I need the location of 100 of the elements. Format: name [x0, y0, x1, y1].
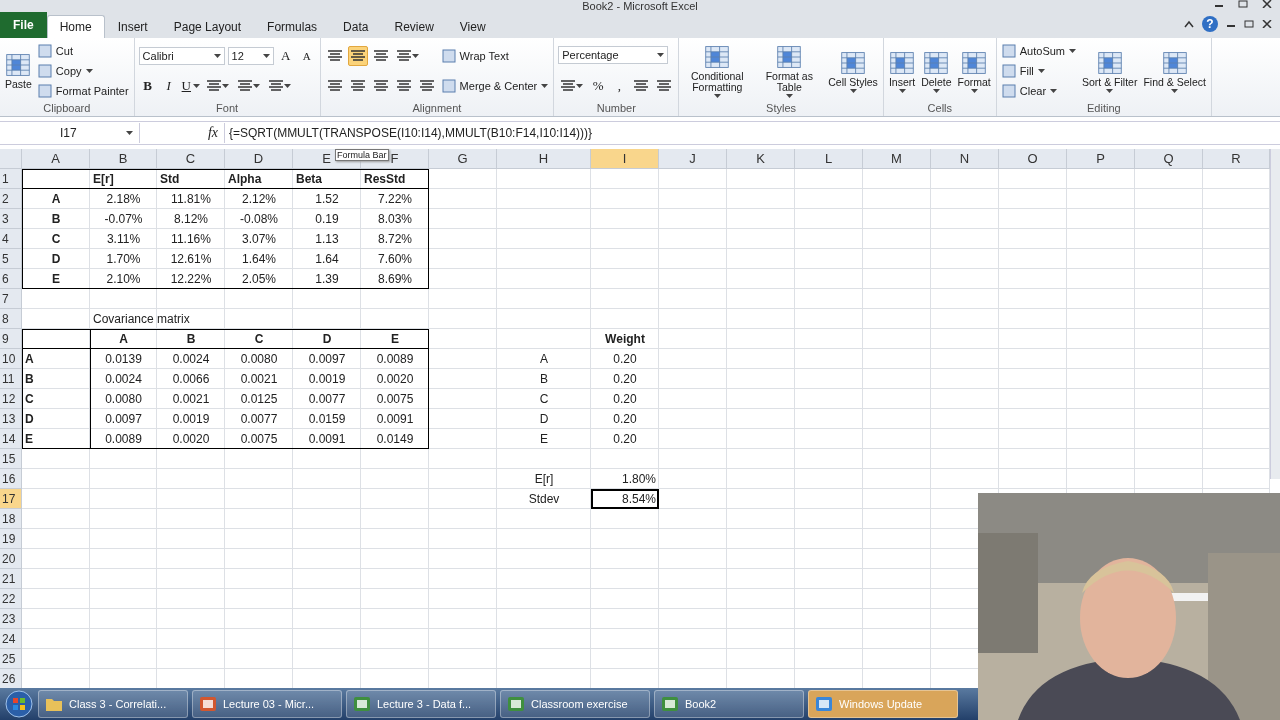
table-cell-text: -0.07%: [103, 211, 144, 228]
name-box[interactable]: I17: [0, 123, 140, 143]
ribbon-tab[interactable]: View: [446, 15, 499, 38]
taskbar-button[interactable]: Lecture 3 - Data f...: [346, 690, 496, 718]
row-header[interactable]: 3: [0, 209, 22, 229]
scrollbar[interactable]: [1270, 149, 1280, 479]
column-header[interactable]: D: [225, 149, 293, 169]
row-header[interactable]: 1: [0, 169, 22, 189]
row-header[interactable]: 12: [0, 389, 22, 409]
toolbar-button[interactable]: [347, 45, 368, 66]
row-header[interactable]: 23: [0, 609, 22, 629]
start-button[interactable]: [4, 689, 34, 719]
italic-button[interactable]: I: [159, 76, 178, 97]
column-header[interactable]: Q: [1135, 149, 1203, 169]
taskbar-button[interactable]: Book2: [654, 690, 804, 718]
column-header[interactable]: I: [591, 149, 659, 169]
column-header[interactable]: K: [727, 149, 795, 169]
column-header[interactable]: A: [22, 149, 90, 169]
column-heading: E[r]: [92, 171, 115, 188]
row-header[interactable]: 16: [0, 469, 22, 489]
column-header[interactable]: J: [659, 149, 727, 169]
row-header[interactable]: 8: [0, 309, 22, 329]
row-header[interactable]: 24: [0, 629, 22, 649]
row-header[interactable]: 5: [0, 249, 22, 269]
column-header[interactable]: P: [1067, 149, 1135, 169]
column-header[interactable]: N: [931, 149, 999, 169]
column-header[interactable]: G: [429, 149, 497, 169]
ribbon-button[interactable]: AutoSum: [1000, 41, 1077, 60]
restore-icon[interactable]: [1244, 20, 1254, 28]
ribbon-button[interactable]: Wrap Text: [440, 46, 550, 65]
row-header[interactable]: 17: [0, 489, 22, 509]
row-header[interactable]: 11: [0, 369, 22, 389]
table-cell-text: 12.61%: [169, 251, 213, 268]
row-header[interactable]: 2: [0, 189, 22, 209]
row-header[interactable]: 15: [0, 449, 22, 469]
restore-icon[interactable]: [1238, 0, 1248, 8]
ribbon-button[interactable]: Insert: [887, 48, 917, 94]
grow-font-button[interactable]: A: [276, 45, 295, 66]
close-icon[interactable]: [1262, 20, 1272, 28]
ribbon-tab[interactable]: Review: [381, 15, 447, 38]
close-icon[interactable]: [1262, 0, 1272, 8]
ribbon-button[interactable]: Clear: [1000, 82, 1077, 101]
dropdown-field[interactable]: 12: [227, 46, 274, 65]
grid-icon: [1161, 49, 1188, 76]
ribbon-button[interactable]: Copy: [36, 62, 130, 80]
taskbar-button[interactable]: Class 3 - Correlati...: [38, 690, 188, 718]
row-header[interactable]: 26: [0, 669, 22, 688]
number-format-button[interactable]: ,: [610, 75, 629, 96]
table-cell-text: 8.72%: [377, 231, 413, 248]
row-heading: A: [50, 191, 62, 208]
ribbon-tab[interactable]: Page Layout: [160, 15, 255, 38]
ribbon-button[interactable]: Format Painter: [36, 82, 130, 101]
ribbon-tab[interactable]: Formulas: [254, 15, 331, 38]
column-header[interactable]: M: [863, 149, 931, 169]
row-header[interactable]: 7: [0, 289, 22, 309]
column-header[interactable]: L: [795, 149, 863, 169]
ribbon-button[interactable]: Merge & Center: [440, 77, 550, 96]
row-header[interactable]: 13: [0, 409, 22, 429]
taskbar-button[interactable]: Lecture 03 - Micr...: [192, 690, 342, 718]
column-header[interactable]: H: [497, 149, 591, 169]
taskbar-button[interactable]: Classroom exercise: [500, 690, 650, 718]
row-header[interactable]: 21: [0, 569, 22, 589]
row-header[interactable]: 25: [0, 649, 22, 669]
ribbon-button[interactable]: Cell Styles: [827, 48, 879, 94]
row-header[interactable]: 6: [0, 269, 22, 289]
row-header[interactable]: 9: [0, 329, 22, 349]
ribbon-tab[interactable]: Data: [330, 15, 382, 38]
row-header[interactable]: 10: [0, 349, 22, 369]
row-header[interactable]: 4: [0, 229, 22, 249]
ribbon-button[interactable]: Fill: [1000, 62, 1077, 80]
chevron-icon[interactable]: [1184, 20, 1194, 28]
row-header[interactable]: 20: [0, 549, 22, 569]
row-header[interactable]: 14: [0, 429, 22, 449]
ribbon-button[interactable]: Format as Table: [755, 43, 824, 99]
ribbon-tab[interactable]: File: [0, 12, 47, 38]
ribbon-tab[interactable]: Insert: [104, 15, 161, 38]
row-header[interactable]: 18: [0, 509, 22, 529]
column-header[interactable]: C: [157, 149, 225, 169]
ribbon-tab[interactable]: Home: [46, 15, 105, 38]
row-header[interactable]: 19: [0, 529, 22, 549]
dropdown-field[interactable]: Percentage: [558, 46, 669, 65]
ribbon-button[interactable]: Sort & Filter: [1081, 48, 1139, 94]
column-header[interactable]: O: [999, 149, 1067, 169]
ribbon-button[interactable]: Delete: [920, 48, 953, 94]
ribbon-button[interactable]: Cut: [36, 41, 130, 60]
column-header[interactable]: R: [1203, 149, 1270, 169]
function-button[interactable]: fx: [140, 125, 224, 141]
row-header[interactable]: 22: [0, 589, 22, 609]
ribbon-button[interactable]: Find & Select: [1142, 48, 1207, 94]
number-format-button[interactable]: %: [589, 75, 608, 96]
shrink-font-button[interactable]: A: [297, 45, 316, 66]
column-header[interactable]: B: [90, 149, 157, 169]
help-button[interactable]: ?: [1202, 16, 1218, 32]
underline-button[interactable]: U: [180, 76, 201, 97]
ribbon-button[interactable]: Conditional Formatting: [683, 43, 752, 99]
bold-button[interactable]: B: [138, 76, 157, 97]
ribbon-button[interactable]: Paste: [4, 51, 33, 91]
formula-field[interactable]: {=SQRT(MMULT(TRANSPOSE(I10:I14),MMULT(B10:F14,I10:I14)))}: [224, 123, 1280, 143]
dropdown-field[interactable]: Calibri: [138, 46, 225, 65]
ribbon-button[interactable]: Format: [956, 48, 992, 94]
